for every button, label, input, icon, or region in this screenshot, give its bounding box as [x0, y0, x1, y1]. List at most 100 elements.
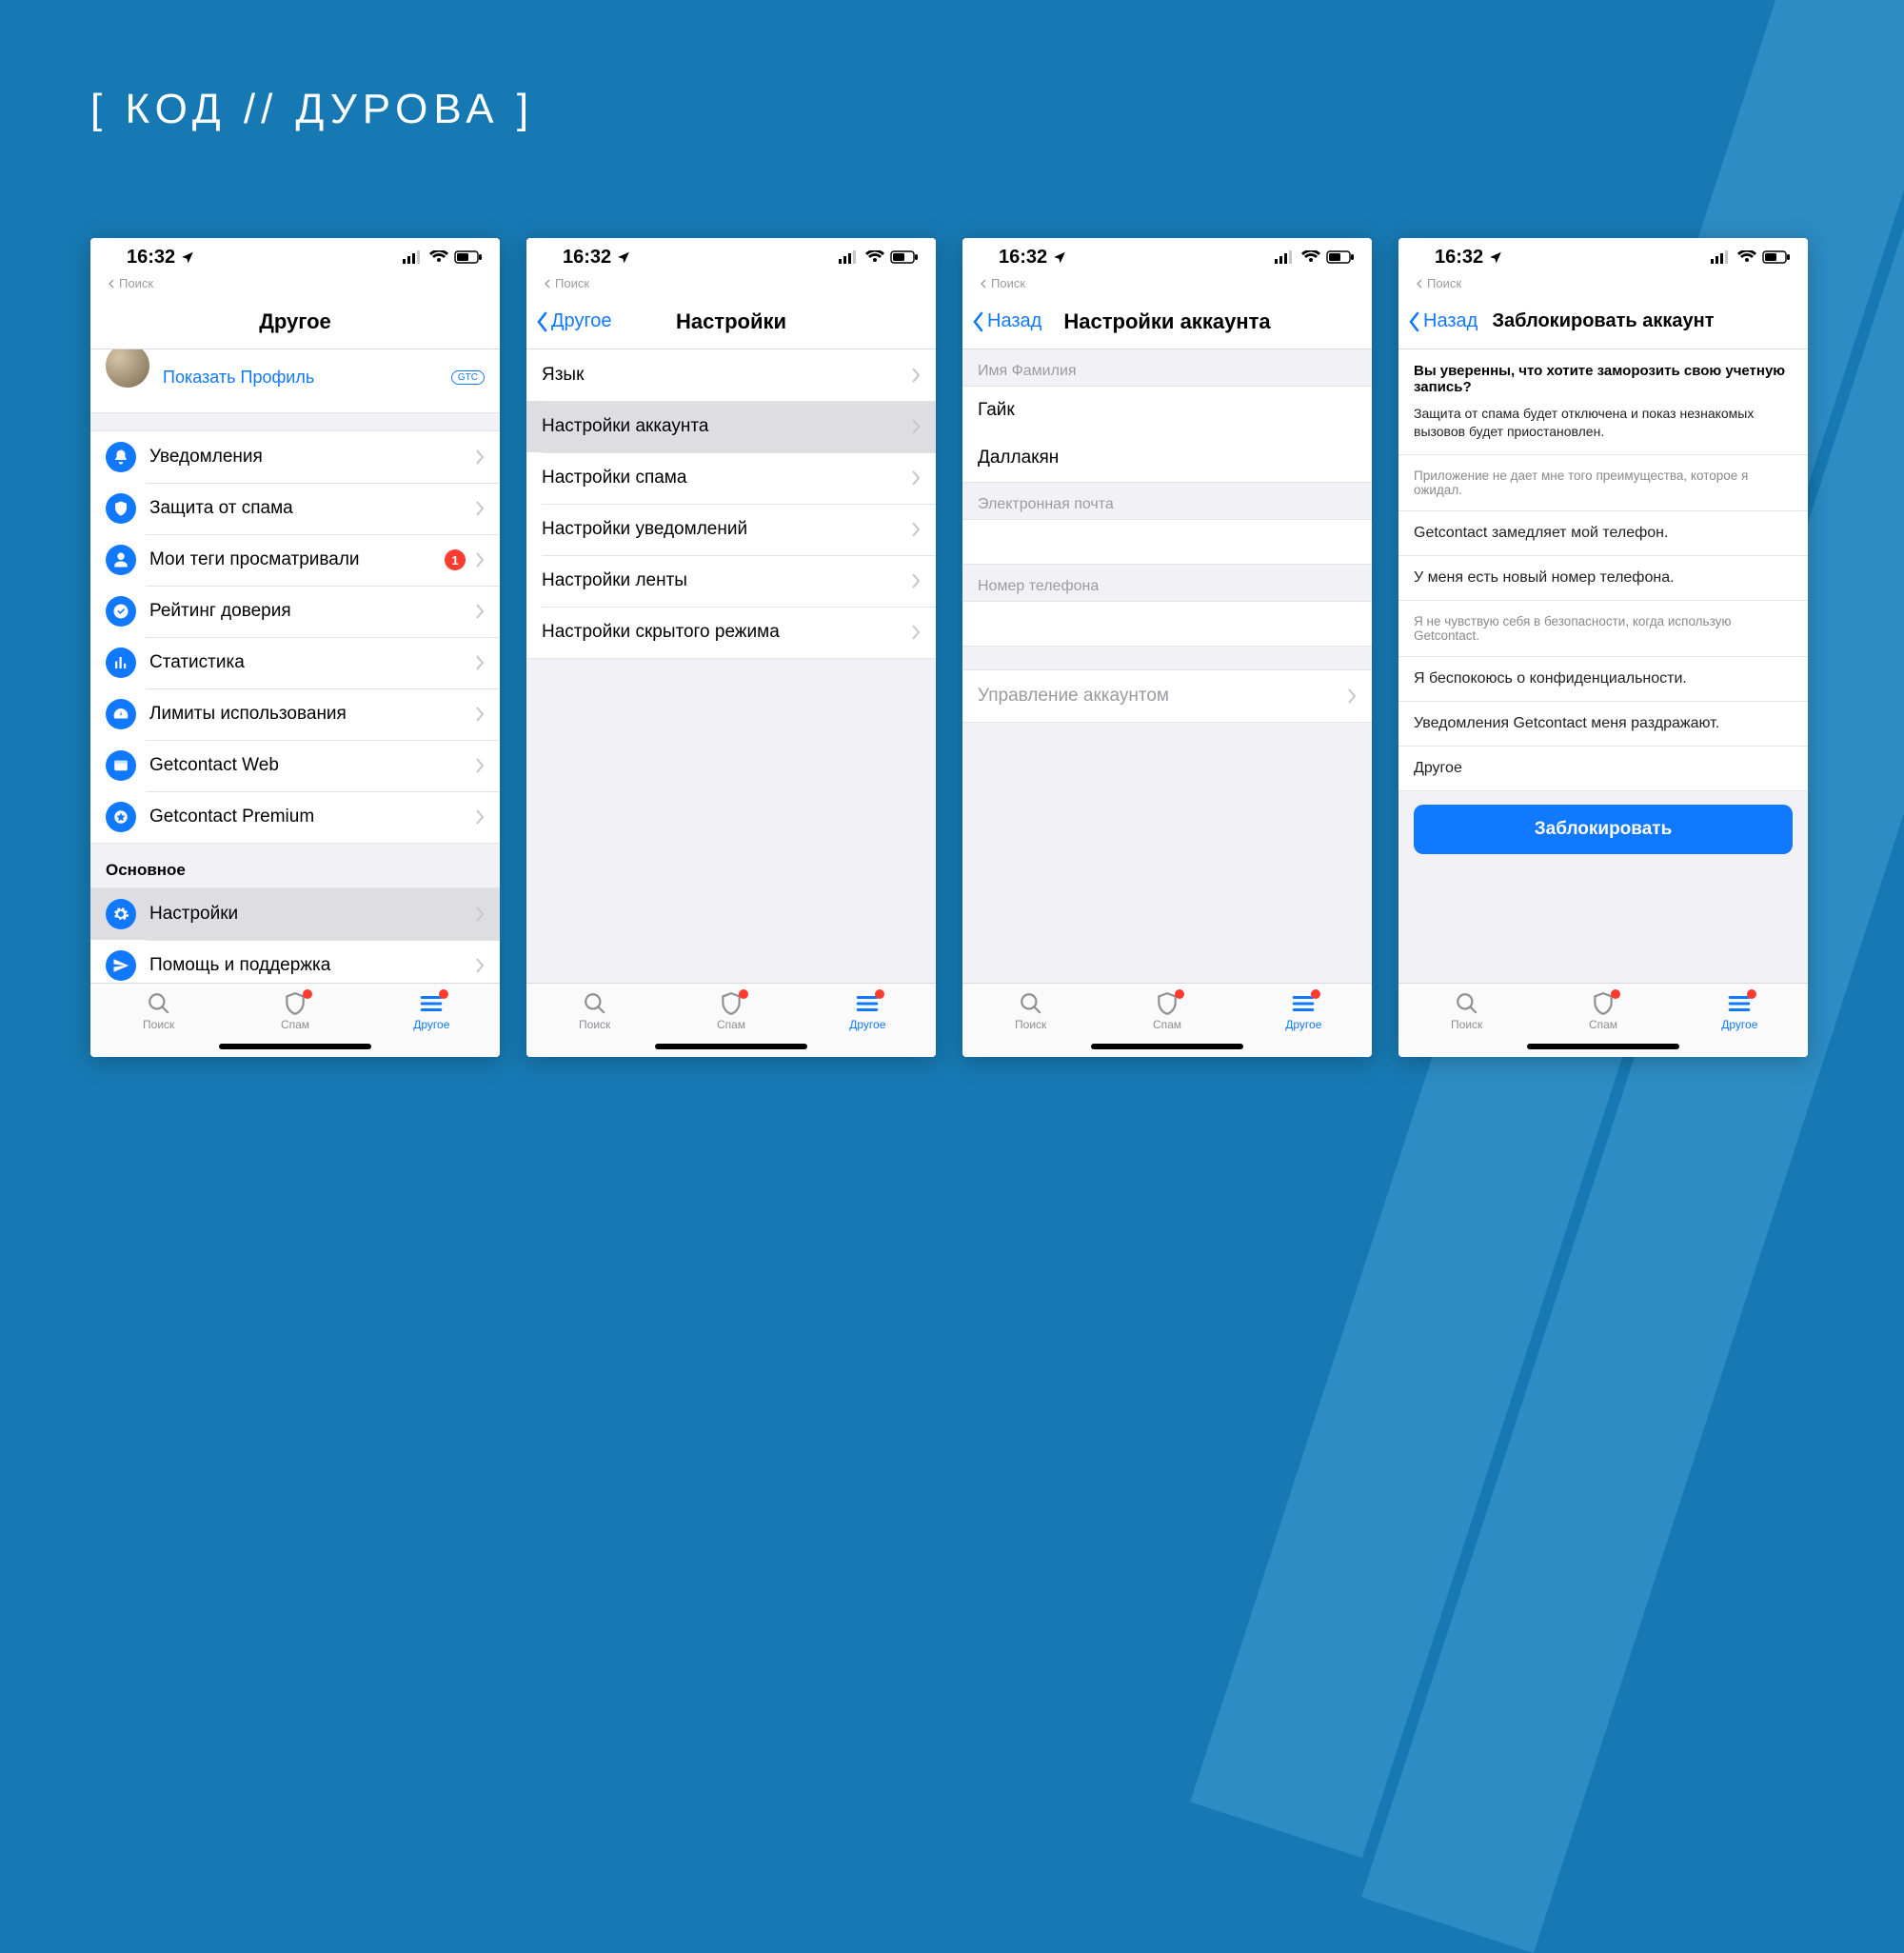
signal-icon [1275, 250, 1296, 264]
tab-other[interactable]: Другое [1236, 991, 1372, 1031]
tab-other[interactable]: Другое [1672, 991, 1808, 1031]
tab-search[interactable]: Поиск [90, 991, 227, 1031]
page-title: Другое [259, 309, 331, 334]
phone-field[interactable] [962, 601, 1372, 647]
tab-spam[interactable]: Спам [227, 991, 363, 1031]
tab-search[interactable]: Поиск [1398, 991, 1535, 1031]
menu-item[interactable]: Настройки [90, 888, 500, 940]
menu-item[interactable]: Getcontact Premium [90, 791, 500, 843]
badge-dot [739, 989, 748, 999]
block-button[interactable]: Заблокировать [1414, 805, 1793, 854]
badge-dot [1747, 989, 1756, 999]
reason-option[interactable]: Getcontact замедляет мой телефон. [1398, 511, 1808, 556]
page-title: Заблокировать аккаунт [1493, 310, 1715, 332]
back-button[interactable]: Назад [972, 294, 1041, 349]
name-header: Имя Фамилия [962, 349, 1372, 386]
tab-label: Спам [281, 1018, 309, 1031]
page-title: Настройки аккаунта [1063, 309, 1270, 334]
menu-item-label: Настройки [149, 904, 475, 925]
reason-option[interactable]: Приложение не дает мне того преимущества… [1398, 455, 1808, 511]
profile-cell[interactable]: Показать Профиль GTC [90, 349, 500, 413]
menu-item[interactable]: Уведомления [90, 431, 500, 483]
breadcrumb[interactable]: Поиск [962, 276, 1372, 294]
reason-option[interactable]: У меня есть новый номер телефона. [1398, 556, 1808, 601]
chart-icon [106, 648, 136, 678]
badge-dot [875, 989, 884, 999]
chevron-left-icon [1408, 311, 1421, 332]
menu-item[interactable]: Настройки спама [526, 452, 936, 504]
chevron-right-icon [475, 758, 485, 773]
chevron-right-icon [475, 958, 485, 973]
chevron-left-icon [544, 279, 553, 289]
tab-label: Поиск [143, 1018, 174, 1031]
signal-icon [1711, 250, 1732, 264]
section-header-basic: Основное [90, 844, 500, 887]
wifi-icon [429, 250, 448, 264]
home-indicator [219, 1044, 371, 1049]
chevron-left-icon [980, 279, 989, 289]
menu-item[interactable]: Лимиты использования [90, 688, 500, 740]
chevron-right-icon [475, 655, 485, 670]
menu-item[interactable]: Статистика [90, 637, 500, 688]
navbar: Назад Настройки аккаунта [962, 294, 1372, 349]
chevron-right-icon [475, 809, 485, 825]
search-icon [1455, 991, 1479, 1016]
tab-search[interactable]: Поиск [962, 991, 1099, 1031]
menu-item[interactable]: Getcontact Web [90, 740, 500, 791]
reason-option[interactable]: Уведомления Getcontact меня раздражают. [1398, 702, 1808, 747]
back-button[interactable]: Назад [1408, 294, 1478, 349]
menu-item[interactable]: Рейтинг доверия [90, 586, 500, 637]
menu-item[interactable]: Помощь и поддержка [90, 940, 500, 983]
last-name-field[interactable]: Даллакян [962, 434, 1372, 483]
email-header: Электронная почта [962, 483, 1372, 519]
chevron-right-icon [475, 907, 485, 922]
menu-item[interactable]: Настройки скрытого режима [526, 607, 936, 658]
tab-spam[interactable]: Спам [663, 991, 799, 1031]
reason-option[interactable]: Я не чувствую себя в безопасности, когда… [1398, 601, 1808, 657]
tab-search[interactable]: Поиск [526, 991, 663, 1031]
tab-label: Спам [1589, 1018, 1617, 1031]
crumb-label: Поиск [991, 276, 1025, 290]
tab-other[interactable]: Другое [800, 991, 936, 1031]
badge-dot [439, 989, 448, 999]
tab-spam[interactable]: Спам [1535, 991, 1671, 1031]
reason-option[interactable]: Я беспокоюсь о конфиденциальности. [1398, 657, 1808, 702]
phone-settings: 16:32 Поиск Другое Настройки ЯзыкНастрой… [526, 238, 936, 1057]
menu-item[interactable]: Защита от спама [90, 483, 500, 534]
badge-dot [303, 989, 312, 999]
menu-item-label: Язык [542, 365, 911, 386]
menu-item[interactable]: Настройки уведомлений [526, 504, 936, 555]
badge-dot [1611, 989, 1620, 999]
tab-spam[interactable]: Спам [1099, 991, 1235, 1031]
chevron-right-icon [475, 604, 485, 619]
chevron-right-icon [911, 625, 921, 640]
chevron-right-icon [911, 573, 921, 588]
breadcrumb[interactable]: Поиск [1398, 276, 1808, 294]
battery-icon [454, 250, 483, 264]
back-button[interactable]: Другое [536, 294, 612, 349]
breadcrumb[interactable]: Поиск [90, 276, 500, 294]
chevron-right-icon [911, 470, 921, 486]
breadcrumb[interactable]: Поиск [526, 276, 936, 294]
chevron-right-icon [475, 449, 485, 465]
tab-label: Поиск [1015, 1018, 1046, 1031]
phone-row: 16:32 Поиск Другое Показать Профиль GTC … [90, 238, 1808, 1057]
reason-option[interactable]: Другое [1398, 747, 1808, 791]
send-icon [106, 950, 136, 981]
menu-item[interactable]: Настройки аккаунта [526, 401, 936, 452]
gauge-icon [106, 699, 136, 729]
manage-account-cell[interactable]: Управление аккаунтом [962, 670, 1372, 722]
home-indicator [1527, 1044, 1679, 1049]
first-name-field[interactable]: Гайк [962, 386, 1372, 434]
menu-item[interactable]: Мои теги просматривали1 [90, 534, 500, 586]
chevron-right-icon [475, 501, 485, 516]
email-field[interactable] [962, 519, 1372, 565]
menu-item-label: Рейтинг доверия [149, 601, 475, 622]
content: Вы уверенны, что хотите заморозить свою … [1398, 349, 1808, 983]
menu-item[interactable]: Настройки ленты [526, 555, 936, 607]
bell-icon [106, 442, 136, 472]
tab-other[interactable]: Другое [364, 991, 500, 1031]
menu-item-label: Настройки ленты [542, 570, 911, 591]
menu-item[interactable]: Язык [526, 349, 936, 401]
chevron-right-icon [475, 707, 485, 722]
